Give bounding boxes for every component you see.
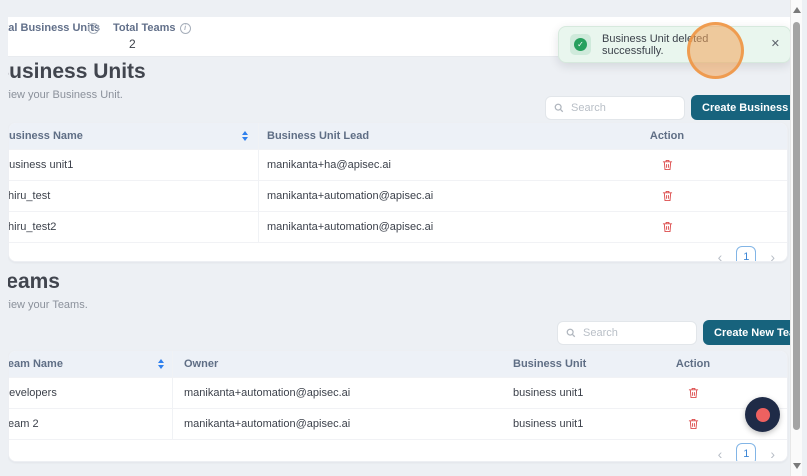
business-units-header: Business Units view your Business Unit. bbox=[8, 60, 146, 101]
table-row: thiru_test2 manikanta+automation@apisec.… bbox=[9, 211, 787, 242]
business-units-title: Business Units bbox=[8, 60, 146, 84]
pagination-prev[interactable]: ‹ bbox=[718, 250, 723, 262]
business-units-subtitle: view your Business Unit. bbox=[8, 89, 146, 101]
team-name: developers bbox=[9, 387, 57, 399]
business-units-table: Business Name Business Unit Lead Action … bbox=[8, 122, 788, 262]
teams-subtitle: view your Teams. bbox=[8, 299, 88, 311]
toast-notification: ✓ Business Unit deleted successfully. ✕ bbox=[558, 26, 790, 63]
stat-total-business-units-label: Total Business Units bbox=[8, 22, 100, 34]
info-icon[interactable]: i bbox=[88, 23, 99, 34]
scroll-down-arrow-icon[interactable] bbox=[793, 463, 801, 469]
business-unit-name: thiru_test bbox=[9, 190, 50, 202]
trash-icon bbox=[662, 221, 673, 233]
business-unit-lead: manikanta+automation@apisec.ai bbox=[267, 190, 433, 202]
business-units-pagination: ‹ 1 › bbox=[9, 242, 787, 262]
vertical-scrollbar[interactable] bbox=[790, 0, 802, 476]
team-business-unit: business unit1 bbox=[513, 387, 583, 399]
stat-total-business-units: Total Business Units i bbox=[8, 22, 99, 34]
delete-business-unit-button[interactable] bbox=[662, 221, 673, 233]
scrollbar-thumb[interactable] bbox=[793, 22, 800, 430]
stat-total-teams-value: 2 bbox=[129, 37, 191, 51]
table-row: business unit1 manikanta+ha@apisec.ai bbox=[9, 149, 787, 180]
business-unit-lead: manikanta+automation@apisec.ai bbox=[267, 221, 433, 233]
trash-icon bbox=[662, 190, 673, 202]
sort-icon[interactable] bbox=[242, 131, 248, 141]
business-unit-lead: manikanta+ha@apisec.ai bbox=[267, 159, 391, 171]
scroll-up-arrow-icon[interactable] bbox=[793, 7, 801, 13]
delete-team-button[interactable] bbox=[688, 387, 699, 399]
trash-icon bbox=[662, 159, 673, 171]
trash-icon bbox=[688, 418, 699, 430]
business-unit-name: business unit1 bbox=[9, 159, 73, 171]
column-action: Action bbox=[650, 130, 684, 142]
delete-business-unit-button[interactable] bbox=[662, 159, 673, 171]
teams-controls: Create New Team bbox=[557, 320, 790, 345]
business-units-search-input[interactable] bbox=[569, 101, 663, 115]
team-business-unit: business unit1 bbox=[513, 418, 583, 430]
delete-business-unit-button[interactable] bbox=[662, 190, 673, 202]
column-team-name[interactable]: Team Name bbox=[9, 358, 63, 370]
team-owner: manikanta+automation@apisec.ai bbox=[184, 418, 350, 430]
pagination-page-1[interactable]: 1 bbox=[736, 443, 756, 462]
pagination-next[interactable]: › bbox=[770, 250, 775, 262]
teams-pagination: ‹ 1 › bbox=[9, 439, 787, 462]
search-icon bbox=[554, 103, 564, 113]
team-owner: manikanta+automation@apisec.ai bbox=[184, 387, 350, 399]
teams-title: Teams bbox=[8, 270, 88, 294]
column-business-unit: Business Unit bbox=[513, 358, 586, 370]
page-content: Total Business Units i Total Teams i 2 M… bbox=[8, 0, 790, 476]
pagination-page-1[interactable]: 1 bbox=[736, 246, 756, 262]
teams-search-input[interactable] bbox=[581, 326, 675, 340]
business-units-search[interactable] bbox=[545, 96, 685, 120]
column-business-name[interactable]: Business Name bbox=[9, 130, 83, 142]
stat-total-teams-label: Total Teams bbox=[113, 22, 176, 34]
table-row: thiru_test manikanta+automation@apisec.a… bbox=[9, 180, 787, 211]
trash-icon bbox=[688, 387, 699, 399]
stat-total-teams: Total Teams i 2 bbox=[113, 22, 191, 51]
search-icon bbox=[566, 328, 576, 338]
column-business-unit-lead: Business Unit Lead bbox=[267, 130, 369, 142]
record-fab-button[interactable] bbox=[745, 397, 780, 432]
column-action: Action bbox=[676, 358, 710, 370]
teams-header: Teams view your Teams. bbox=[8, 270, 88, 311]
table-row: developers manikanta+automation@apisec.a… bbox=[9, 377, 787, 408]
teams-table: Team Name Owner Business Unit Action dev… bbox=[8, 350, 788, 462]
toast-message: Business Unit deleted successfully. bbox=[602, 33, 771, 57]
success-icon: ✓ bbox=[570, 34, 591, 55]
table-row: team 2 manikanta+automation@apisec.ai bu… bbox=[9, 408, 787, 439]
business-units-controls: Create Business Unit bbox=[545, 95, 790, 120]
record-dot-icon bbox=[756, 408, 770, 422]
toast-close-button[interactable]: ✕ bbox=[771, 39, 780, 50]
create-new-team-button[interactable]: Create New Team bbox=[703, 320, 790, 345]
business-unit-name: thiru_test2 bbox=[9, 221, 56, 233]
teams-table-header: Team Name Owner Business Unit Action bbox=[9, 351, 787, 377]
delete-team-button[interactable] bbox=[688, 418, 699, 430]
create-business-unit-button[interactable]: Create Business Unit bbox=[691, 95, 790, 120]
team-name: team 2 bbox=[9, 418, 39, 430]
column-owner: Owner bbox=[184, 358, 218, 370]
sort-icon[interactable] bbox=[158, 359, 164, 369]
business-units-table-header: Business Name Business Unit Lead Action bbox=[9, 123, 787, 149]
pagination-prev[interactable]: ‹ bbox=[718, 447, 723, 461]
pagination-next[interactable]: › bbox=[770, 447, 775, 461]
teams-search[interactable] bbox=[557, 321, 697, 345]
info-icon[interactable]: i bbox=[180, 23, 191, 34]
